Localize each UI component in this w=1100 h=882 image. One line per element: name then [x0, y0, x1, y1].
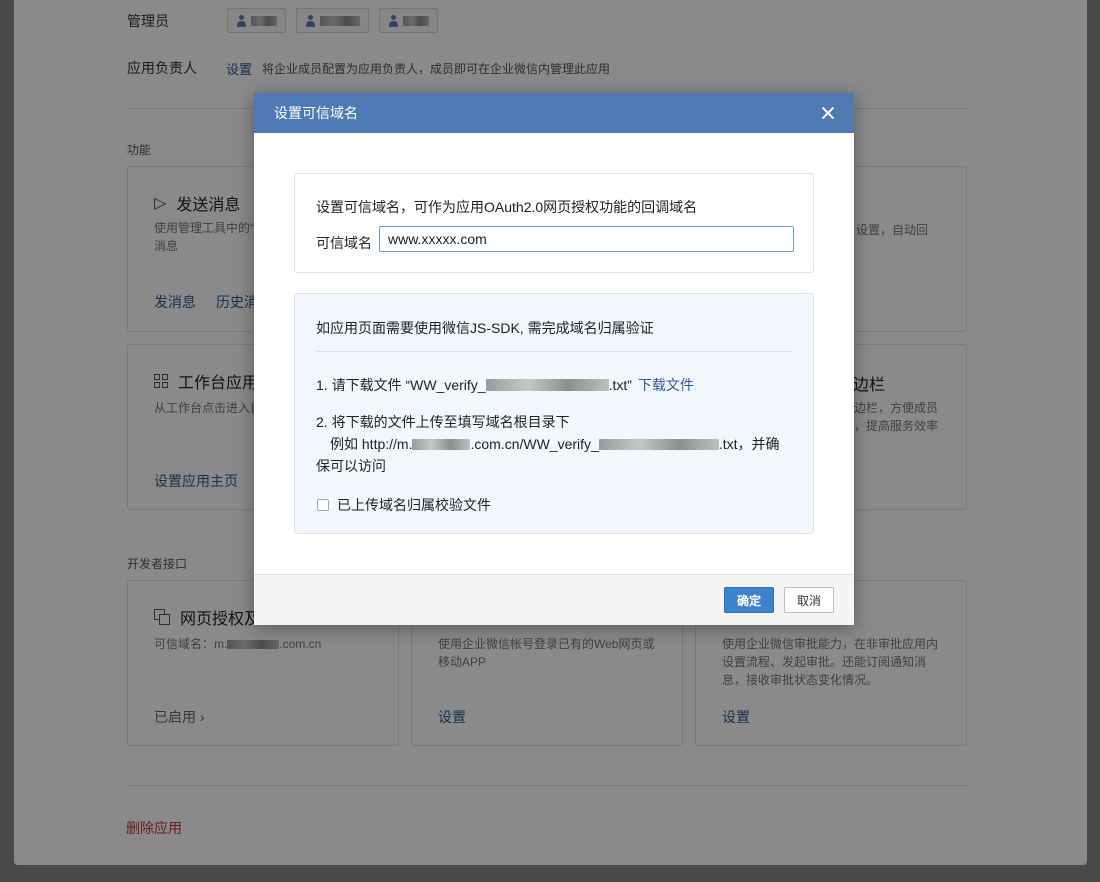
- step2-continued: 保可以访问: [316, 458, 386, 474]
- dialog-footer: 确定 取消: [254, 574, 854, 625]
- step1: 1. 请下载文件 “WW_verify_ .txt” 下载文件: [316, 375, 694, 395]
- trusted-domain-input[interactable]: [379, 226, 794, 252]
- step2: 2. 将下载的文件上传至填写域名根目录下: [316, 414, 570, 430]
- dialog-title: 设置可信域名: [274, 105, 358, 121]
- verification-section: 如应用页面需要使用微信JS-SDK, 需完成域名归属验证 1. 请下载文件 “W…: [294, 293, 814, 534]
- verify-title: 如应用页面需要使用微信JS-SDK, 需完成域名归属验证: [316, 320, 654, 336]
- checkbox-label: 已上传域名归属校验文件: [337, 497, 491, 513]
- close-icon[interactable]: [820, 105, 836, 121]
- download-file-link[interactable]: 下载文件: [638, 375, 694, 395]
- example-prefix: 例如 http://m.: [330, 436, 413, 452]
- uploaded-checkbox[interactable]: [317, 499, 329, 511]
- cancel-button[interactable]: 取消: [784, 587, 834, 613]
- trusted-domain-dialog: 设置可信域名 设置可信域名，可作为应用OAuth2.0网页授权功能的回调域名 可…: [254, 93, 854, 625]
- domain-field-label: 可信域名: [316, 235, 372, 251]
- domain-section: 设置可信域名，可作为应用OAuth2.0网页授权功能的回调域名 可信域名: [294, 173, 814, 273]
- redacted-domain: [412, 438, 471, 450]
- step1-suffix: .txt”: [608, 377, 632, 393]
- step2-example: 例如 http://m. .com.cn/WW_verify_ .txt，并确: [330, 434, 780, 454]
- redacted-filename: [485, 379, 609, 391]
- domain-intro: 设置可信域名，可作为应用OAuth2.0网页授权功能的回调域名: [316, 199, 698, 215]
- example-mid: .com.cn/WW_verify_: [470, 436, 599, 452]
- example-suffix: .txt，并确: [718, 436, 780, 452]
- uploaded-checkbox-row[interactable]: 已上传域名归属校验文件: [317, 495, 491, 515]
- step1-text: 1. 请下载文件 “WW_verify_: [316, 377, 486, 393]
- confirm-button[interactable]: 确定: [724, 587, 774, 613]
- dialog-header: 设置可信域名: [254, 93, 854, 133]
- redacted-filename: [598, 438, 719, 450]
- divider: [316, 351, 792, 352]
